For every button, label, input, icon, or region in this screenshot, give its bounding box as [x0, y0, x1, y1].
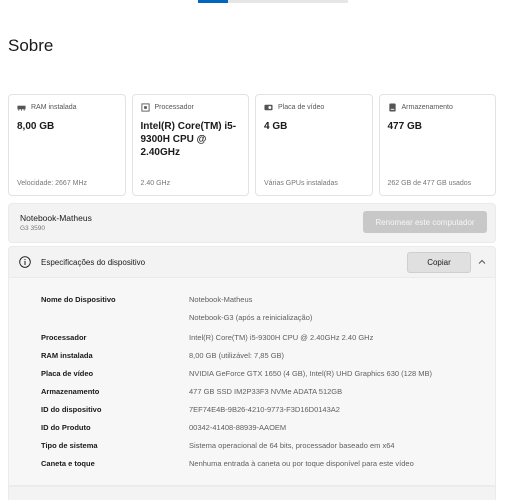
spec-key: Nome do Dispositivo: [41, 295, 116, 304]
chevron-up-icon[interactable]: [477, 257, 487, 267]
computer-name: Notebook-Matheus: [20, 213, 92, 223]
card-value: 8,00 GB: [17, 121, 55, 132]
spec-value: Intel(R) Core(TM) i5-9300H CPU @ 2.40GHz…: [189, 333, 374, 342]
spec-value: 8,00 GB (utilizável: 7,85 GB): [189, 351, 285, 360]
copy-specs-button[interactable]: Copiar: [407, 252, 471, 273]
card-label: Armazenamento: [401, 104, 453, 111]
card-subtext: Velocidade: 2667 MHz: [17, 180, 88, 187]
spec-key: RAM instalada: [41, 351, 93, 360]
spec-row: Processador Intel(R) Core(TM) i5-9300H CP…: [9, 333, 497, 347]
spec-value: 00342-41408-88939-AAOEM: [189, 423, 287, 432]
card-value: Intel(R) Core(TM) i5-9300H CPU @ 2.40GHz: [140, 121, 237, 158]
spec-row: ID do dispositivo 7EF74E4B-9B26-4210-9773…: [9, 405, 497, 419]
spec-key: ID do Produto: [41, 423, 91, 432]
spec-row: RAM instalada 8,00 GB (utilizável: 7,85 G…: [9, 351, 497, 365]
device-specs-body: Nome do Dispositivo Notebook-Matheus Note…: [8, 278, 496, 486]
spec-key: Tipo de sistema: [41, 441, 98, 450]
card-subtext: 2.40 GHz: [140, 180, 171, 187]
card-processor: Processador Intel(R) Core(TM) i5-9300H C…: [131, 94, 249, 196]
card-subtext: 262 GB de 477 GB usados: [387, 180, 472, 187]
spec-key: Armazenamento: [41, 387, 100, 396]
spec-value: Sistema operacional de 64 bits, processa…: [189, 441, 395, 450]
computer-name-row: Notebook-Matheus G3 3590 Renomear este c…: [8, 203, 496, 243]
card-ram: RAM instalada 8,00 GB Velocidade: 2667 M…: [8, 94, 126, 196]
device-specs-header[interactable]: Especificações do dispositivo Copiar: [8, 246, 496, 278]
page-title: Sobre: [8, 36, 54, 55]
next-section-peek: [8, 486, 496, 500]
card-label: Placa de vídeo: [278, 104, 325, 111]
spec-row: Notebook-G3 (após a reinicialização): [9, 313, 497, 327]
info-icon: [19, 256, 31, 268]
spec-value: 7EF74E4B-9B26-4210-9773-F3D16D0143A2: [189, 405, 340, 414]
rename-computer-button[interactable]: Renomear este computador: [363, 211, 487, 233]
processor-icon: [140, 103, 150, 112]
card-label: RAM instalada: [31, 104, 77, 111]
spec-value: NVIDIA GeForce GTX 1650 (4 GB), Intel(R)…: [189, 369, 432, 378]
scroll-position-indicator: [198, 0, 348, 3]
gpu-icon: [264, 104, 273, 111]
spec-value: Notebook-Matheus: [189, 295, 253, 304]
spec-key: Processador: [41, 333, 87, 342]
card-value: 4 GB: [264, 121, 288, 132]
device-specs-title: Especificações do dispositivo: [41, 258, 146, 267]
card-gpu: Placa de vídeo 4 GB Várias GPUs instalad…: [255, 94, 373, 196]
spec-key: ID do dispositivo: [41, 405, 102, 414]
card-value: 477 GB: [387, 121, 422, 132]
computer-model: G3 3590: [20, 225, 45, 232]
card-storage: Armazenamento 477 GB 262 GB de 477 GB us…: [378, 94, 496, 196]
spec-row: Caneta e toque Nenhuma entrada à caneta o…: [9, 459, 497, 473]
spec-row: Nome do Dispositivo Notebook-Matheus: [9, 295, 497, 309]
card-subtext: Várias GPUs instaladas: [264, 180, 338, 187]
spec-value: 477 GB SSD IM2P33F3 NVMe ADATA 512GB: [189, 387, 343, 396]
spec-row: Armazenamento 477 GB SSD IM2P33F3 NVMe AD…: [9, 387, 497, 401]
spec-row: Placa de vídeo NVIDIA GeForce GTX 1650 (4…: [9, 369, 497, 383]
spec-value: Nenhuma entrada à caneta ou por toque di…: [189, 459, 414, 468]
scroll-position-segment: [198, 0, 228, 3]
spec-value: Notebook-G3 (após a reinicialização): [189, 313, 313, 322]
card-label: Processador: [154, 104, 194, 111]
summary-cards: RAM instalada 8,00 GB Velocidade: 2667 M…: [8, 94, 496, 196]
ram-icon: [17, 105, 26, 111]
spec-key: Placa de vídeo: [41, 369, 94, 378]
storage-icon: [388, 103, 396, 112]
spec-row: Tipo de sistema Sistema operacional de 64…: [9, 441, 497, 455]
spec-row: ID do Produto 00342-41408-88939-AAOEM: [9, 423, 497, 437]
spec-key: Caneta e toque: [41, 459, 95, 468]
